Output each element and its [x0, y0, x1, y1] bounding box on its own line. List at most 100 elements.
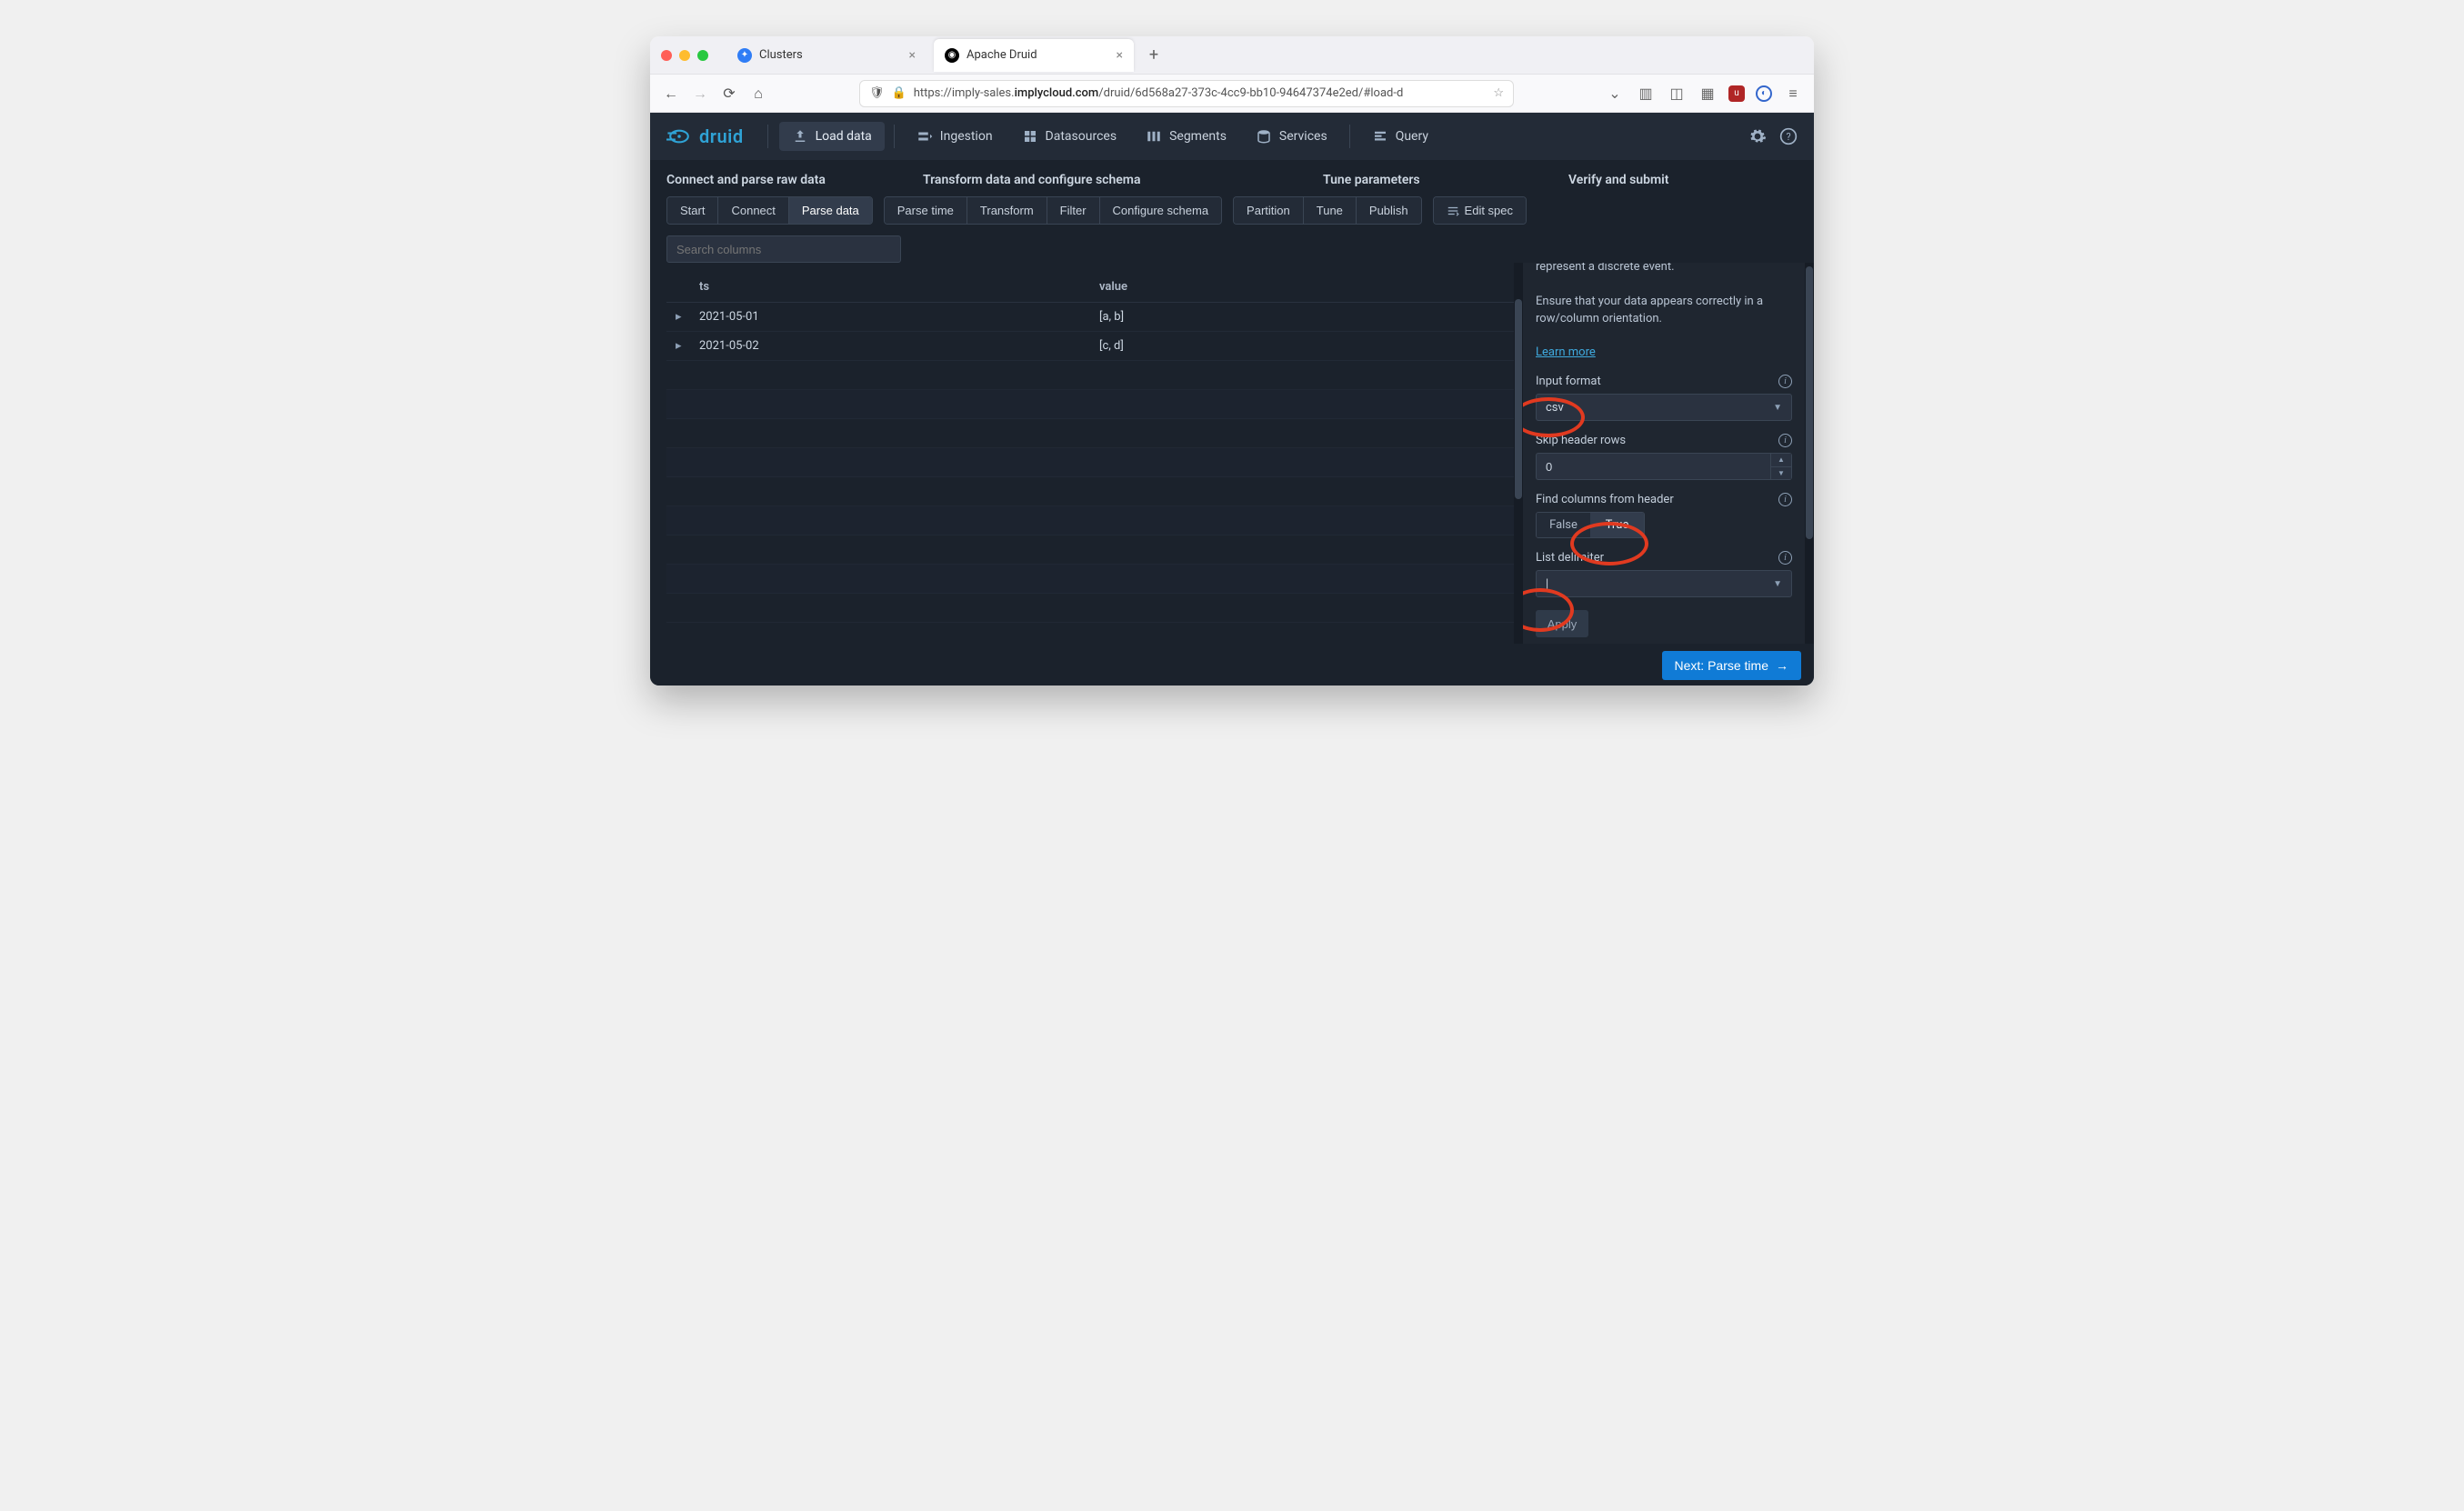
step-connect[interactable]: Connect [718, 197, 788, 224]
services-icon [1256, 128, 1272, 145]
browser-window: ✦ Clusters × ◉ Apache Druid × + ← → ⟳ ⌂ … [650, 36, 1814, 685]
shield-icon: 🛡 [869, 86, 885, 100]
find-columns-toggle: False True [1536, 512, 1645, 538]
pocket-icon[interactable]: ⌄ [1605, 85, 1625, 102]
next-button[interactable]: Next: Parse time → [1662, 651, 1801, 680]
hint-text: represent a discrete event. Ensure that … [1536, 263, 1792, 362]
info-icon[interactable]: i [1778, 375, 1792, 388]
close-window-button[interactable] [661, 50, 672, 61]
step-partition[interactable]: Partition [1234, 197, 1304, 224]
step-groups: Connect and parse raw data Transform dat… [666, 173, 1798, 187]
select-value: csv [1546, 401, 1564, 415]
nav-label: Query [1396, 129, 1428, 144]
info-icon[interactable]: i [1778, 551, 1792, 565]
brand[interactable]: druid [666, 125, 744, 147]
bookmark-star-icon[interactable]: ☆ [1493, 86, 1504, 100]
nav-segments[interactable]: Segments [1133, 122, 1239, 151]
maximize-window-button[interactable] [697, 50, 708, 61]
header-right: ? [1748, 127, 1798, 145]
learn-more-link[interactable]: Learn more [1536, 345, 1596, 359]
gear-icon[interactable] [1748, 127, 1767, 145]
list-delimiter-select[interactable]: | ▼ [1536, 570, 1792, 597]
home-button[interactable]: ⌂ [748, 85, 768, 103]
cell-value: [c, d] [1099, 339, 1505, 353]
nav-query[interactable]: Query [1359, 122, 1441, 151]
column-header-ts[interactable]: ts [699, 280, 1099, 294]
table-row[interactable]: ▸ 2021-05-01 [a, b] [666, 303, 1514, 332]
nav-datasources[interactable]: Datasources [1009, 122, 1130, 151]
ublock-icon[interactable]: u [1728, 85, 1745, 102]
cell-ts: 2021-05-01 [699, 310, 1099, 324]
divider [894, 125, 895, 148]
nav-load-data[interactable]: Load data [779, 122, 885, 151]
toggle-false[interactable]: False [1537, 513, 1590, 537]
step-label: Edit spec [1465, 204, 1513, 217]
apply-button[interactable]: Apply [1536, 610, 1588, 637]
search-columns-input[interactable] [666, 235, 901, 263]
select-value: | [1546, 577, 1548, 591]
step-publish[interactable]: Publish [1357, 197, 1421, 224]
tab-clusters[interactable]: ✦ Clusters × [726, 39, 927, 72]
edit-spec-icon [1447, 205, 1459, 217]
grid-icon[interactable]: ▦ [1698, 85, 1718, 102]
toggle-true[interactable]: True [1590, 513, 1644, 537]
tab-label: Apache Druid [967, 48, 1037, 62]
nav-ingestion[interactable]: Ingestion [904, 122, 1006, 151]
list-delimiter-label: List delimiter i [1536, 551, 1792, 565]
window-controls [661, 50, 708, 61]
browser-toolbar: ← → ⟳ ⌂ 🛡 🔒 https://imply-sales.implyclo… [650, 75, 1814, 113]
extension-badge-icon[interactable]: ◐ [1756, 85, 1772, 102]
forward-button[interactable]: → [690, 85, 710, 103]
panel-scrollbar[interactable] [1805, 263, 1814, 644]
brand-text: druid [699, 125, 744, 147]
info-icon[interactable]: i [1778, 434, 1792, 447]
step-start[interactable]: Start [667, 197, 718, 224]
config-panel: represent a discrete event. Ensure that … [1523, 263, 1805, 644]
address-bar[interactable]: 🛡 🔒 https://imply-sales.implycloud.com/d… [859, 80, 1514, 107]
step-parse-data[interactable]: Parse data [789, 197, 872, 224]
empty-row [666, 448, 1514, 477]
divider [1349, 125, 1350, 148]
table-row[interactable]: ▸ 2021-05-02 [c, d] [666, 332, 1514, 361]
datasources-icon [1022, 128, 1038, 145]
step-edit-spec[interactable]: Edit spec [1434, 197, 1526, 224]
chevron-down-icon: ▼ [1773, 403, 1782, 413]
back-button[interactable]: ← [661, 85, 681, 103]
minimize-window-button[interactable] [679, 50, 690, 61]
expand-row-icon[interactable]: ▸ [676, 339, 699, 353]
new-tab-button[interactable]: + [1141, 45, 1167, 65]
info-icon[interactable]: i [1778, 493, 1792, 506]
close-tab-icon[interactable]: × [1117, 48, 1123, 63]
cell-value: [a, b] [1099, 310, 1505, 324]
menu-button[interactable]: ≡ [1783, 85, 1803, 103]
close-tab-icon[interactable]: × [909, 48, 916, 63]
column-header-value[interactable]: value [1099, 280, 1505, 294]
lock-icon: 🔒 [892, 86, 906, 100]
url-text: https://imply-sales.implycloud.com/druid… [914, 86, 1404, 100]
main-area: ts value ▸ 2021-05-01 [a, b] ▸ 2021-05-0… [650, 263, 1814, 644]
step-up-button[interactable]: ▲ [1771, 454, 1791, 467]
skip-header-field[interactable] [1536, 453, 1770, 480]
wizard-subheader: Connect and parse raw data Transform dat… [650, 160, 1814, 263]
library-icon[interactable]: ▥ [1636, 85, 1656, 102]
table-scrollbar[interactable] [1514, 263, 1523, 644]
nav-label: Segments [1169, 129, 1227, 144]
tab-apache-druid[interactable]: ◉ Apache Druid × [934, 39, 1134, 72]
group-tune-label: Tune parameters [1323, 173, 1523, 187]
step-down-button[interactable]: ▼ [1771, 467, 1791, 480]
step-configure-schema[interactable]: Configure schema [1100, 197, 1222, 224]
step-parse-time[interactable]: Parse time [885, 197, 967, 224]
reload-button[interactable]: ⟳ [719, 85, 739, 102]
group-connect-label: Connect and parse raw data [666, 173, 877, 187]
sidebar-icon[interactable]: ◫ [1667, 85, 1687, 102]
input-format-select[interactable]: csv ▼ [1536, 394, 1792, 421]
help-icon[interactable]: ? [1779, 127, 1798, 145]
nav-label: Services [1279, 129, 1327, 144]
nav-services[interactable]: Services [1243, 122, 1340, 151]
step-tune[interactable]: Tune [1304, 197, 1357, 224]
expand-row-icon[interactable]: ▸ [676, 310, 699, 324]
empty-row [666, 419, 1514, 448]
browser-tabbar: ✦ Clusters × ◉ Apache Druid × + [650, 36, 1814, 75]
step-transform[interactable]: Transform [967, 197, 1047, 224]
step-filter[interactable]: Filter [1047, 197, 1100, 224]
